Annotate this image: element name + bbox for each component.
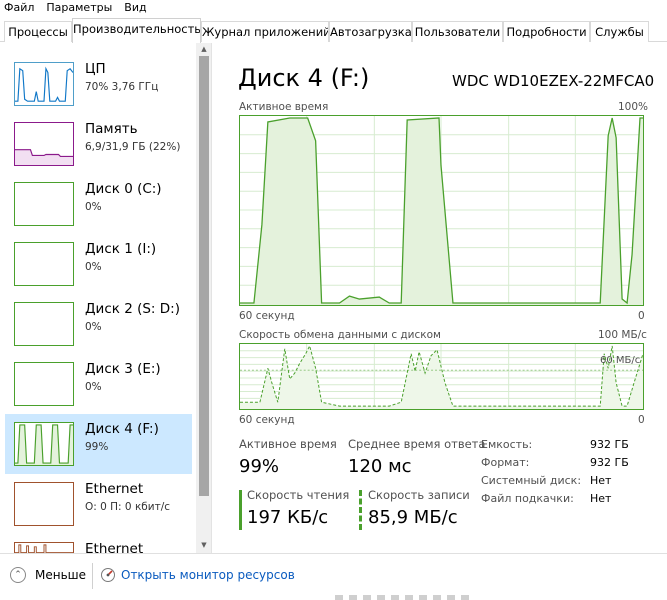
sidebar-item-subtitle: 99% [85, 441, 109, 453]
write-speed-value: 85,9 МБ/с [368, 507, 458, 528]
resource-list: ЦП 70% 3,76 ГГц Память 6,9/31,9 ГБ (22%)… [0, 43, 212, 553]
sidebar-item-label: ЦП [85, 61, 106, 77]
active-time-graph-xend: 0 [638, 310, 645, 322]
page-file-label: Файл подкачки: [481, 492, 574, 505]
active-time-graph [239, 115, 644, 306]
scroll-thumb[interactable] [199, 56, 209, 496]
scroll-down-icon[interactable]: ▼ [199, 540, 209, 550]
tab-details[interactable]: Подробности [503, 21, 590, 42]
page-title: Диск 4 (F:) [238, 64, 370, 92]
format-label: Формат: [481, 456, 530, 469]
write-speed-label: Скорость записи [368, 488, 470, 502]
read-speed-value: 197 КБ/с [247, 507, 329, 528]
sidebar-item-disk-0[interactable]: Диск 0 (C:) 0% [5, 174, 192, 234]
sidebar-scrollbar[interactable]: ▲ ▼ [196, 43, 211, 553]
read-speed-bar [239, 490, 242, 530]
ethernet-thumbnail [14, 482, 74, 526]
ethernet-2-thumbnail [14, 542, 74, 553]
disk-3-thumbnail [14, 362, 74, 406]
sidebar-item-disk-4[interactable]: Диск 4 (F:) 99% [5, 414, 192, 474]
response-time-label: Среднее время ответа [348, 437, 486, 451]
disk-4-thumbnail [14, 422, 74, 466]
transfer-rate-graph [239, 343, 644, 410]
system-disk-label: Системный диск: [481, 474, 582, 487]
sidebar-item-label: Диск 3 (E:) [85, 361, 161, 377]
sidebar-item-subtitle: 6,9/31,9 ГБ (22%) [85, 141, 181, 153]
response-time-value: 120 мс [348, 456, 412, 477]
capacity-label: Емкость: [481, 438, 533, 451]
sidebar-item-subtitle: 0% [85, 381, 102, 393]
tab-app-history[interactable]: Журнал приложений [201, 21, 329, 42]
open-resource-monitor-link[interactable]: Открыть монитор ресурсов [121, 568, 295, 582]
menu-view[interactable]: Вид [118, 0, 152, 16]
sidebar-item-label: Память [85, 121, 138, 137]
format-value: 932 ГБ [590, 456, 629, 469]
scroll-up-icon[interactable]: ▲ [199, 44, 209, 54]
sidebar-item-subtitle: 0% [85, 201, 102, 213]
memory-thumbnail [14, 122, 74, 166]
footer-bar: ⌃ Меньше Открыть монитор ресурсов [0, 553, 667, 600]
sidebar-item-label: Ethernet [85, 541, 144, 553]
sidebar-item-subtitle: 0% [85, 261, 102, 273]
sidebar-item-label: Диск 4 (F:) [85, 421, 159, 437]
transfer-graph-xlabel: 60 секунд [239, 414, 295, 426]
footer-divider [92, 563, 93, 589]
sidebar-item-disk-3[interactable]: Диск 3 (E:) 0% [5, 354, 192, 414]
sidebar-item-label: Диск 0 (C:) [85, 181, 162, 197]
sidebar-item-label: Диск 2 (S: D:) [85, 301, 180, 317]
transfer-graph-xend: 0 [638, 414, 645, 426]
sidebar-item-disk-1[interactable]: Диск 1 (I:) 0% [5, 234, 192, 294]
menu-file[interactable]: Файл [0, 0, 40, 16]
transfer-graph-mid: 60 МБ/с [600, 355, 641, 366]
tab-processes[interactable]: Процессы [4, 21, 72, 42]
cpu-thumbnail [14, 62, 74, 106]
fewer-details-button[interactable]: Меньше [35, 568, 86, 582]
sidebar-item-subtitle: 70% 3,76 ГГц [85, 81, 159, 93]
tab-startup[interactable]: Автозагрузка [329, 21, 412, 42]
resize-grip[interactable] [335, 595, 475, 600]
active-time-graph-label: Активное время [239, 101, 329, 113]
disk-2-thumbnail [14, 302, 74, 346]
write-speed-bar [359, 490, 362, 530]
active-time-label: Активное время [239, 437, 337, 451]
system-disk-value: Нет [590, 474, 612, 487]
tab-bar: Процессы Производительность Журнал прило… [0, 18, 667, 43]
page-file-value: Нет [590, 492, 612, 505]
disk-1-thumbnail [14, 242, 74, 286]
menu-bar: Файл Параметры Вид [0, 0, 667, 16]
sidebar-item-memory[interactable]: Память 6,9/31,9 ГБ (22%) [5, 114, 192, 174]
sidebar-item-ethernet[interactable]: Ethernet О: 0 П: 0 кбит/с [5, 474, 192, 534]
active-time-value: 99% [239, 456, 280, 477]
sidebar-item-label: Диск 1 (I:) [85, 241, 157, 257]
capacity-value: 932 ГБ [590, 438, 629, 451]
sidebar-item-disk-2[interactable]: Диск 2 (S: D:) 0% [5, 294, 192, 354]
transfer-graph-label: Скорость обмена данными с диском [239, 329, 441, 341]
sidebar-item-ethernet-2[interactable]: Ethernet [5, 534, 192, 553]
disk-model: WDC WD10EZEX-22MFCA0 [452, 72, 655, 90]
chevron-up-icon[interactable]: ⌃ [10, 567, 26, 583]
transfer-graph-max: 100 МБ/с [598, 329, 647, 341]
active-time-graph-max: 100% [618, 101, 649, 113]
menu-options[interactable]: Параметры [40, 0, 118, 16]
sidebar-item-cpu[interactable]: ЦП 70% 3,76 ГГц [5, 54, 192, 114]
tab-performance[interactable]: Производительность [72, 18, 201, 43]
tab-users[interactable]: Пользователи [412, 21, 503, 42]
tab-services[interactable]: Службы [590, 21, 649, 42]
sidebar-item-subtitle: О: 0 П: 0 кбит/с [85, 501, 171, 513]
read-speed-label: Скорость чтения [247, 488, 350, 502]
resource-monitor-icon[interactable] [100, 567, 116, 583]
sidebar-item-label: Ethernet [85, 481, 144, 497]
sidebar-item-subtitle: 0% [85, 321, 102, 333]
disk-0-thumbnail [14, 182, 74, 226]
active-time-graph-xlabel: 60 секунд [239, 310, 295, 322]
